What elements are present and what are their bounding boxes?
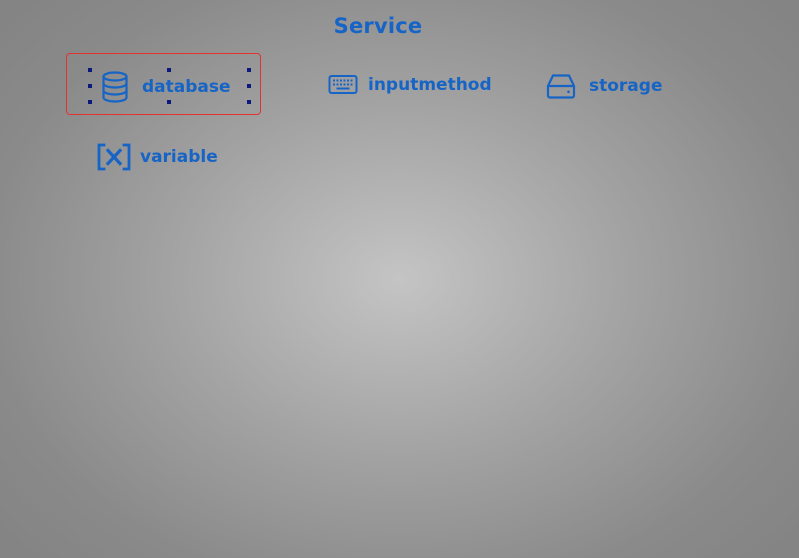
service-item-label: storage (589, 76, 663, 96)
database-icon (101, 71, 129, 103)
resize-handle-top-left[interactable] (88, 68, 92, 72)
resize-handle-middle-right[interactable] (247, 84, 251, 88)
keyboard-icon (328, 74, 358, 96)
hard-drive-icon (546, 73, 576, 99)
service-item-label: variable (140, 147, 218, 167)
service-item-database[interactable]: database (66, 53, 261, 115)
service-item-label: inputmethod (368, 75, 492, 95)
variable-icon (97, 143, 131, 171)
resize-handle-bottom-left[interactable] (88, 100, 92, 104)
resize-handle-middle-left[interactable] (88, 84, 92, 88)
service-item-storage[interactable]: storage (546, 73, 662, 99)
service-item-variable[interactable]: variable (97, 143, 218, 171)
resize-handle-top-center[interactable] (167, 68, 171, 72)
service-item-inputmethod[interactable]: inputmethod (328, 74, 492, 96)
service-item-label: database (142, 77, 231, 97)
resize-handle-bottom-right[interactable] (247, 100, 251, 104)
page-title: Service (333, 14, 423, 38)
resize-handle-bottom-center[interactable] (167, 100, 171, 104)
resize-handle-top-right[interactable] (247, 68, 251, 72)
